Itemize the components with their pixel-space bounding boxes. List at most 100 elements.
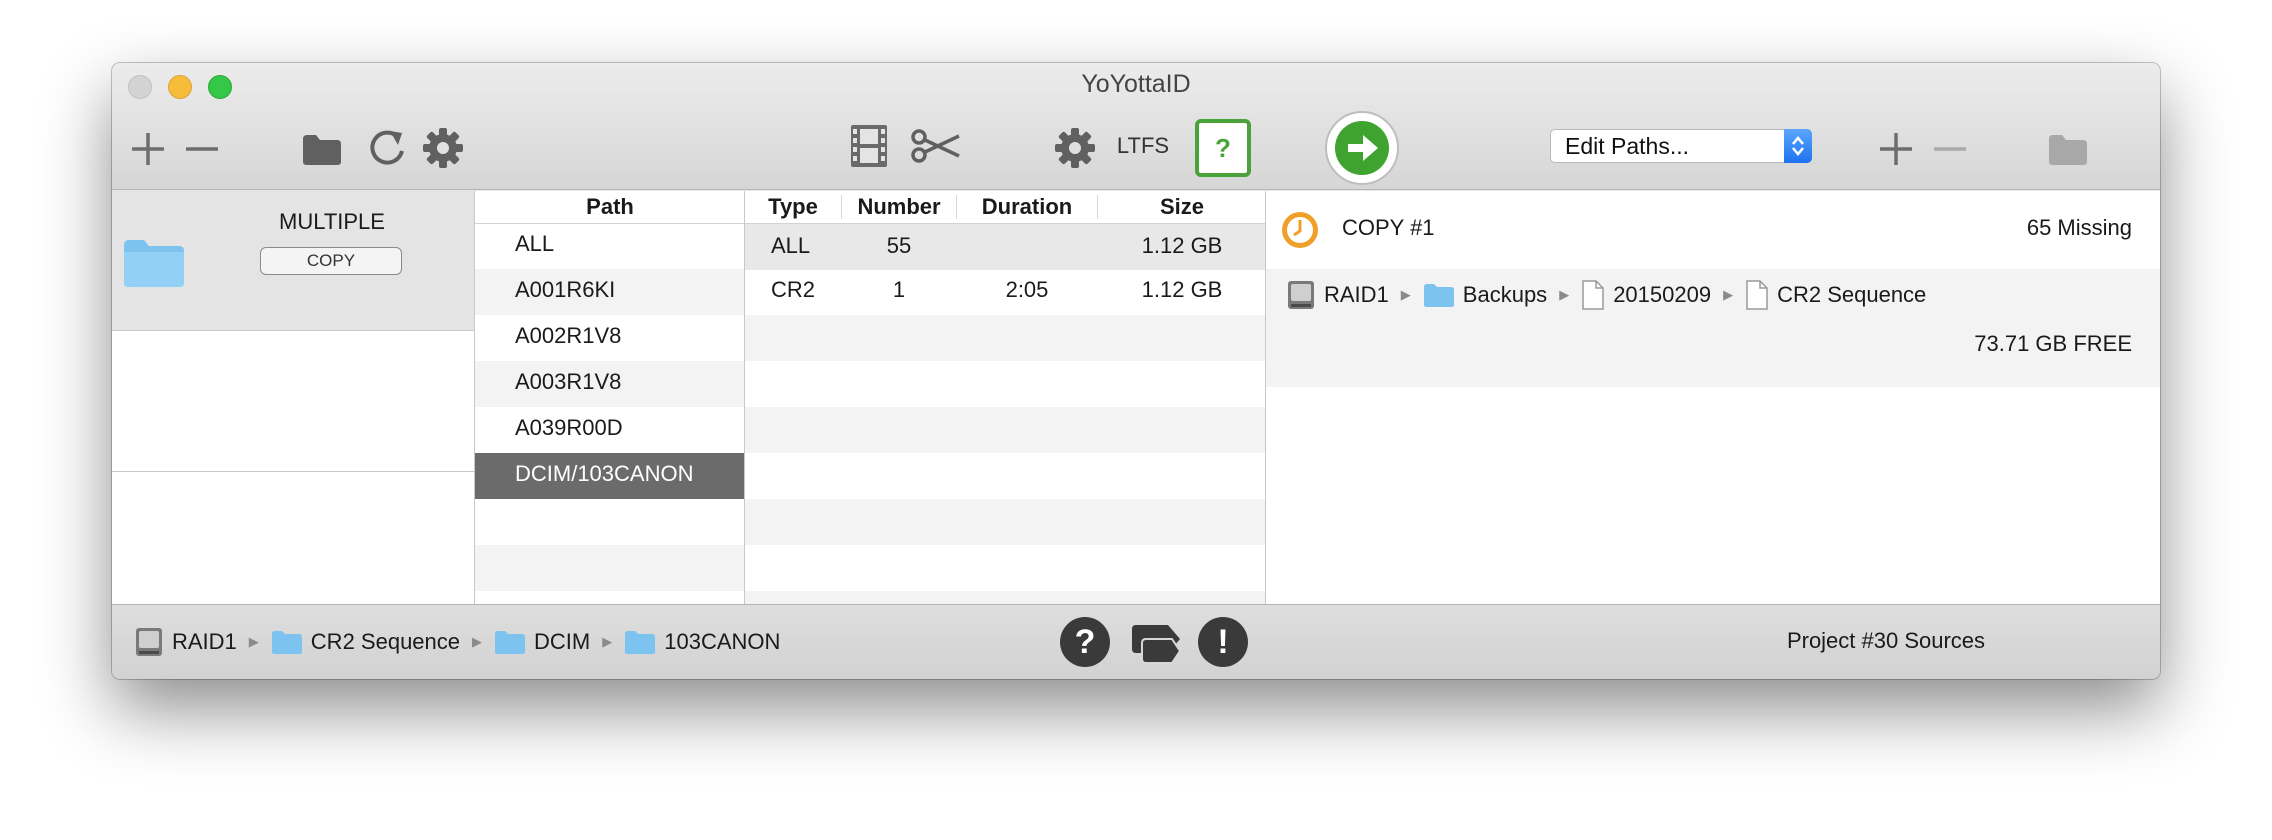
chevron-right-icon: ▶ <box>472 634 483 649</box>
folder-icon <box>271 631 302 654</box>
cell-duration: 2:05 <box>1005 277 1049 302</box>
document-icon <box>1746 280 1768 310</box>
document-icon <box>1582 280 1604 310</box>
missing-count: 65 Missing <box>2026 215 2132 240</box>
drive-icon <box>1288 281 1314 309</box>
cell-size: 1.12 GB <box>1141 277 1223 302</box>
folder-icon <box>2049 135 2087 165</box>
breadcrumb-item[interactable]: DCIM <box>534 629 590 655</box>
remove-icon <box>186 147 218 151</box>
path-item[interactable]: A001R6KI <box>515 277 615 303</box>
film-button[interactable] <box>845 121 893 171</box>
edit-paths-dropdown[interactable]: Edit Paths... <box>1550 129 1812 163</box>
source-breadcrumb[interactable]: RAID1 ▶ CR2 Sequence ▶ DCIM ▶ 103CANON <box>134 624 780 660</box>
row-stripe <box>745 499 1265 545</box>
film-icon <box>851 125 887 167</box>
edit-paths-value: Edit Paths... <box>1565 133 1690 159</box>
cell-number: 1 <box>892 277 906 302</box>
project-label: Project #30 Sources <box>1786 628 1986 653</box>
breadcrumb-item[interactable]: 20150209 <box>1613 282 1711 308</box>
chevron-right-icon: ▶ <box>248 634 259 649</box>
path-list-pane: Path ALL A001R6KI A002R1V8 A003R1V8 A039… <box>475 191 745 604</box>
chevron-right-icon: ▶ <box>1723 287 1734 302</box>
tag-button[interactable] <box>1128 619 1184 665</box>
col-header-size[interactable]: Size <box>1098 194 1265 220</box>
destination-breadcrumb[interactable]: RAID1 ▶ Backups ▶ 20150209 ▶ CR2 Sequenc… <box>1286 277 1926 313</box>
refresh-icon <box>370 130 404 165</box>
alert-icon[interactable]: ! <box>1198 617 1248 667</box>
cell-type: ALL <box>771 233 811 258</box>
path-item[interactable]: A039R00D <box>515 415 623 441</box>
row-stripe <box>475 545 744 591</box>
clock-icon <box>1280 210 1320 255</box>
help-icon[interactable]: ? <box>1060 617 1110 667</box>
remove-source-button[interactable] <box>182 129 222 169</box>
source-title: MULTIPLE <box>279 209 385 234</box>
settings-button[interactable] <box>420 125 466 171</box>
copy-label: COPY #1 <box>1342 215 1435 240</box>
folder-icon <box>625 631 656 654</box>
remove-destination-button[interactable] <box>1930 129 1970 169</box>
toolbar: YoYottaID LTFS ? Edit Paths... <box>112 63 2160 190</box>
free-space: 73.71 GB FREE <box>1974 331 2132 356</box>
path-item[interactable]: A002R1V8 <box>515 323 621 349</box>
window-title: YoYottaID <box>1081 70 1191 98</box>
col-header-duration[interactable]: Duration <box>957 194 1097 220</box>
ltfs-label[interactable]: LTFS <box>1115 131 1171 161</box>
path-item[interactable]: A003R1V8 <box>515 369 621 395</box>
refresh-button[interactable] <box>366 125 410 171</box>
open-folder-button[interactable] <box>300 127 344 171</box>
gear-icon <box>423 128 463 168</box>
start-copy-button[interactable] <box>1325 111 1399 185</box>
folder-icon <box>495 631 526 654</box>
remove-icon <box>1934 147 1966 151</box>
trim-button[interactable] <box>907 123 963 169</box>
cell-size: 1.12 GB <box>1141 233 1223 258</box>
chevron-right-icon: ▶ <box>602 634 613 649</box>
ltfs-settings-button[interactable] <box>1052 125 1098 171</box>
destination-pane: COPY #1 65 Missing RAID1 ▶ Backups ▶ 201… <box>1266 191 2160 604</box>
breadcrumb-item[interactable]: Backups <box>1463 282 1547 308</box>
col-header-number[interactable]: Number <box>842 194 956 220</box>
folder-icon <box>1423 284 1454 307</box>
folder-icon <box>124 240 184 287</box>
source-copy-button[interactable]: COPY <box>260 247 402 275</box>
content-area: MULTIPLE COPY Path ALL A001R6KI A002R1V8… <box>112 191 2160 604</box>
scissors-icon <box>911 129 960 163</box>
breadcrumb-item[interactable]: 103CANON <box>664 629 780 655</box>
path-item-selected[interactable]: DCIM/103CANON <box>515 461 693 487</box>
add-destination-button[interactable] <box>1876 129 1916 169</box>
table-header: Type Number Duration Size <box>745 191 1265 224</box>
add-icon <box>132 133 164 165</box>
divider <box>112 471 474 472</box>
breadcrumb-item[interactable]: RAID1 <box>1324 282 1389 308</box>
destination-folder-button[interactable] <box>2046 127 2090 171</box>
app-window: YoYottaID LTFS ? Edit Paths... MULTIPLE … <box>112 63 2160 679</box>
row-stripe <box>745 591 1265 604</box>
arrow-right-icon <box>1335 121 1389 175</box>
sources-pane: MULTIPLE COPY <box>112 191 475 604</box>
cell-number: 55 <box>886 233 912 258</box>
chevron-up-down-icon <box>1784 129 1812 163</box>
file-table-pane: Type Number Duration Size ALL 55 1.12 GB… <box>745 191 1266 604</box>
path-item[interactable]: ALL <box>515 231 554 257</box>
status-bar: RAID1 ▶ CR2 Sequence ▶ DCIM ▶ 103CANON ? <box>112 604 2160 679</box>
breadcrumb-item[interactable]: RAID1 <box>172 629 237 655</box>
tag-icon <box>1132 625 1182 664</box>
add-source-button[interactable] <box>128 129 168 169</box>
col-header-type[interactable]: Type <box>745 194 841 220</box>
add-icon <box>1880 133 1912 165</box>
cell-type: CR2 <box>771 277 816 302</box>
chevron-right-icon: ▶ <box>1400 287 1411 302</box>
folder-icon <box>303 135 341 165</box>
drive-icon <box>136 628 162 656</box>
gear-icon <box>1055 128 1095 168</box>
row-stripe <box>745 315 1265 361</box>
breadcrumb-item[interactable]: CR2 Sequence <box>311 629 460 655</box>
path-header-label: Path <box>586 194 634 219</box>
source-item-selected[interactable]: MULTIPLE COPY <box>112 191 474 331</box>
row-stripe <box>745 407 1265 453</box>
path-column-header[interactable]: Path <box>475 191 744 224</box>
breadcrumb-item[interactable]: CR2 Sequence <box>1777 282 1926 308</box>
help-toggle-button[interactable]: ? <box>1195 119 1251 177</box>
